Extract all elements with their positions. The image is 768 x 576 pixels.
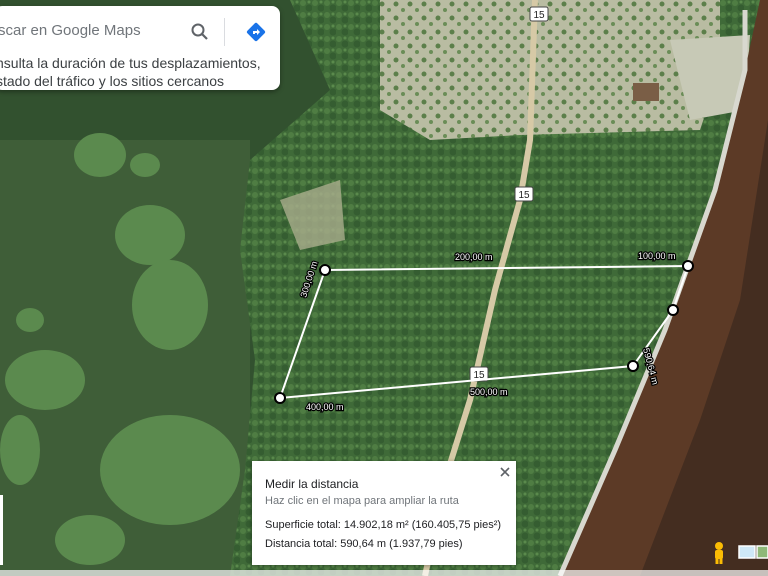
measure-label-100: 100,00 m bbox=[638, 251, 676, 261]
route-shield-mid: 15 bbox=[514, 186, 534, 202]
measure-distance-panel: Medir la distancia Haz clic en el mapa p… bbox=[252, 461, 516, 565]
directions-button[interactable] bbox=[238, 14, 274, 50]
directions-icon bbox=[246, 22, 266, 42]
close-button[interactable] bbox=[496, 463, 514, 481]
search-icon bbox=[191, 23, 208, 40]
search-box: nsulta la duración de tus desplazamiento… bbox=[0, 6, 280, 90]
route-shield-top: 15 bbox=[529, 6, 549, 22]
side-panel-tab[interactable] bbox=[0, 495, 3, 565]
close-icon bbox=[500, 467, 510, 477]
sandy-clearing bbox=[380, 0, 720, 140]
measurement-point[interactable] bbox=[667, 304, 679, 316]
svg-text:15: 15 bbox=[518, 190, 530, 201]
search-hint-line-2: stado del tráfico y los sitios cercanos bbox=[0, 73, 224, 89]
layers-icon[interactable] bbox=[738, 544, 768, 560]
search-button[interactable] bbox=[182, 14, 218, 50]
measurement-point[interactable] bbox=[319, 264, 331, 276]
measure-label-500: 500,00 m bbox=[470, 387, 508, 397]
measure-label-400: 400,00 m bbox=[306, 402, 344, 412]
total-area: Superficie total: 14.902,18 m² (160.405,… bbox=[265, 519, 502, 531]
pegman-icon[interactable] bbox=[709, 541, 729, 565]
measurement-point[interactable] bbox=[682, 260, 694, 272]
footer-bar bbox=[0, 570, 768, 576]
measurement-point[interactable] bbox=[627, 360, 639, 372]
search-hint: nsulta la duración de tus desplazamiento… bbox=[0, 54, 276, 90]
panel-title: Medir la distancia bbox=[265, 477, 359, 491]
divider bbox=[224, 18, 225, 46]
measurement-point[interactable] bbox=[274, 392, 286, 404]
building bbox=[633, 83, 659, 101]
measure-label-200: 200,00 m bbox=[455, 252, 493, 262]
search-input[interactable] bbox=[0, 10, 186, 50]
svg-text:15: 15 bbox=[533, 10, 545, 21]
total-distance: Distancia total: 590,64 m (1.937,79 pies… bbox=[265, 538, 463, 550]
search-hint-line-1: nsulta la duración de tus desplazamiento… bbox=[0, 55, 261, 71]
panel-subtitle: Haz clic en el mapa para ampliar la ruta bbox=[265, 495, 459, 507]
